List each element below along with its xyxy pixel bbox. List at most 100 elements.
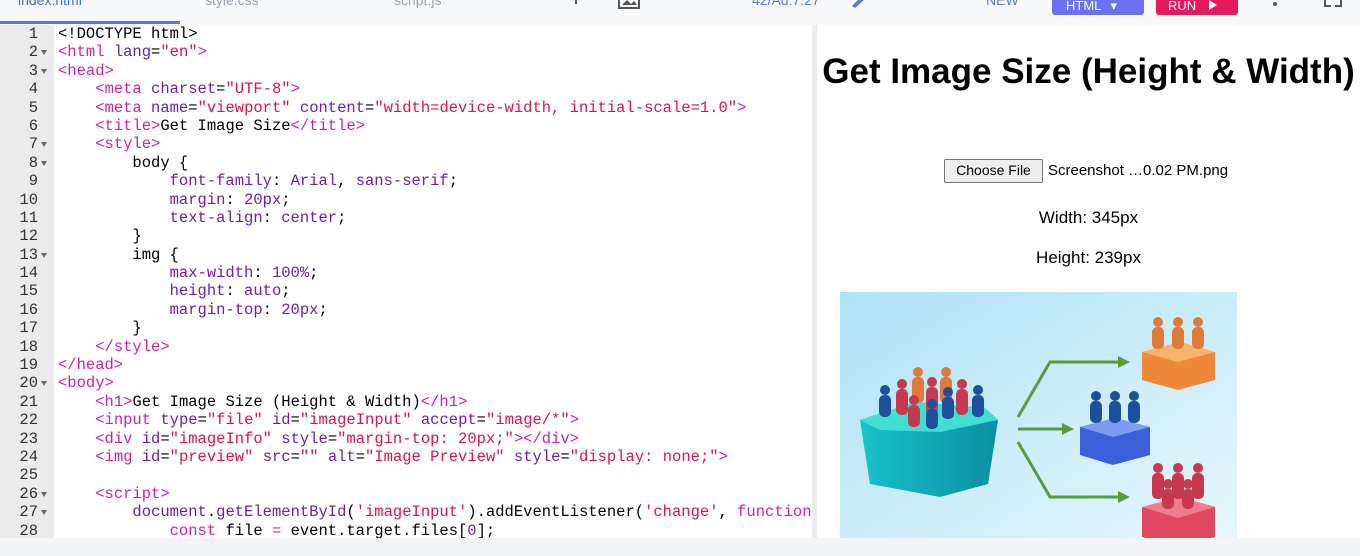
fold-arrow-icon[interactable] (41, 142, 47, 148)
code-line[interactable]: 13 img { (0, 246, 812, 264)
choose-file-button[interactable]: Choose File (944, 159, 1043, 183)
code-line[interactable]: 5 <meta name="viewport" content="width=d… (0, 99, 812, 117)
fold-arrow-icon[interactable] (41, 160, 47, 166)
fold-arrow-icon[interactable] (41, 510, 47, 516)
line-number: 7 (28, 135, 38, 154)
code-token: getElementById (216, 503, 347, 522)
code-line[interactable]: 22 <input type="file" id="imageInput" ac… (0, 411, 812, 429)
code-text: const file = event.target.files[0]; (58, 522, 496, 538)
code-line[interactable]: 3 <head> (0, 62, 812, 80)
line-number: 25 (19, 466, 38, 485)
code-line[interactable]: 2 <html lang="en"> (0, 43, 812, 61)
code-line[interactable]: 14 max-width: 100%; (0, 264, 812, 282)
code-line[interactable]: 12 } (0, 227, 812, 245)
code-token: id (141, 429, 161, 448)
code-line[interactable]: 26 <script> (0, 485, 812, 503)
tab-script-js[interactable]: script.js (394, 0, 441, 16)
line-number: 12 (19, 227, 38, 246)
line-number: 17 (19, 319, 38, 338)
upload-icon[interactable] (570, 0, 582, 12)
code-text: height: auto; (58, 282, 291, 300)
fold-arrow-icon[interactable] (41, 252, 47, 258)
line-number: 28 (19, 521, 38, 538)
code-token: ; (309, 264, 319, 283)
code-line[interactable]: 7 <style> (0, 135, 812, 153)
code-line[interactable]: 25 (0, 466, 812, 484)
code-line[interactable]: 6 <title>Get Image Size</title> (0, 117, 812, 135)
code-token: = (197, 411, 207, 430)
code-line[interactable]: 15 height: auto; (0, 282, 812, 300)
new-button[interactable]: NEW (986, 0, 1019, 8)
fold-arrow-icon[interactable] (41, 491, 47, 497)
code-token: content (299, 98, 366, 117)
code-token: margin (169, 190, 226, 209)
code-text: img { (58, 246, 179, 264)
code-token: name (151, 98, 189, 117)
code-editor[interactable]: 1 <!DOCTYPE html> 2 <html lang="en"> 3 <head>… (0, 25, 812, 538)
pencil-icon[interactable] (850, 0, 866, 13)
code-token: margin-top (169, 300, 263, 319)
line-number: 27 (19, 503, 38, 522)
code-line[interactable]: 1 <!DOCTYPE html> (0, 25, 812, 43)
code-line[interactable]: 28 const file = event.target.files[0]; (0, 522, 812, 538)
code-line[interactable]: 17 } (0, 319, 812, 337)
code-line[interactable]: 21 <h1>Get Image Size (Height & Width)</… (0, 393, 812, 411)
code-text: <head> (58, 62, 114, 80)
chevron-down-icon: ▾ (1110, 0, 1118, 13)
fold-arrow-icon[interactable] (41, 381, 47, 387)
code-text: </style> (58, 338, 169, 356)
line-number: 22 (19, 411, 38, 430)
code-token: <meta (95, 98, 152, 117)
image-height-readout: Height: 239px (1036, 248, 1141, 267)
code-text: max-width: 100%; (58, 264, 319, 283)
code-line[interactable]: 9 font-family: Arial, sans-serif; (0, 172, 812, 190)
code-token: body { (58, 153, 189, 172)
code-line[interactable]: 8 body { (0, 154, 812, 172)
code-line[interactable]: 24 <img id="preview" src="" alt="Image P… (0, 448, 812, 466)
code-text: <style> (58, 135, 160, 153)
code-line[interactable]: 27 document.getElementById('imageInput')… (0, 503, 812, 521)
code-line[interactable]: 4 <meta charset="UTF-8"> (0, 80, 812, 98)
code-line[interactable]: 19 </head> (0, 356, 812, 374)
fold-arrow-icon[interactable] (41, 68, 47, 74)
line-number: 23 (19, 429, 38, 448)
tab-style-css[interactable]: style.css (205, 0, 259, 16)
code-token: <title> (95, 116, 161, 135)
tab-index-html[interactable]: index.html (18, 0, 82, 16)
code-token: 20px (281, 300, 319, 319)
image-icon[interactable] (618, 0, 640, 15)
code-token: "image/*" (485, 411, 570, 430)
line-number: 13 (19, 245, 38, 264)
code-line[interactable]: 11 text-align: center; (0, 209, 812, 227)
fold-arrow-icon[interactable] (41, 50, 47, 56)
code-token: = (327, 429, 338, 448)
code-line[interactable]: 23 <div id="imageInfo" style="margin-top… (0, 430, 812, 448)
code-token: ). (467, 503, 486, 522)
code-token: </title> (290, 116, 365, 135)
code-token: lang (113, 43, 152, 62)
code-line[interactable]: 10 margin: 20px; (0, 191, 812, 209)
code-token: src (262, 447, 291, 466)
code-line[interactable]: 16 margin-top: 20px; (0, 301, 812, 319)
more-vertical-icon[interactable] (1272, 0, 1278, 12)
code-token: ></div> (513, 429, 579, 448)
code-token: Arial (290, 172, 338, 191)
code-token: accept (420, 411, 477, 430)
fullscreen-icon[interactable] (1324, 0, 1342, 13)
code-line[interactable]: 20 <body> (0, 374, 812, 392)
code-line[interactable]: 18 </style> (0, 338, 812, 356)
code-token: > (197, 43, 207, 62)
code-token: = (476, 411, 486, 430)
language-select-button[interactable]: HTML ▾ (1052, 0, 1144, 15)
code-token: "width=device-width, initial-scale=1.0" (374, 98, 738, 117)
run-button[interactable]: RUN (1156, 0, 1238, 15)
